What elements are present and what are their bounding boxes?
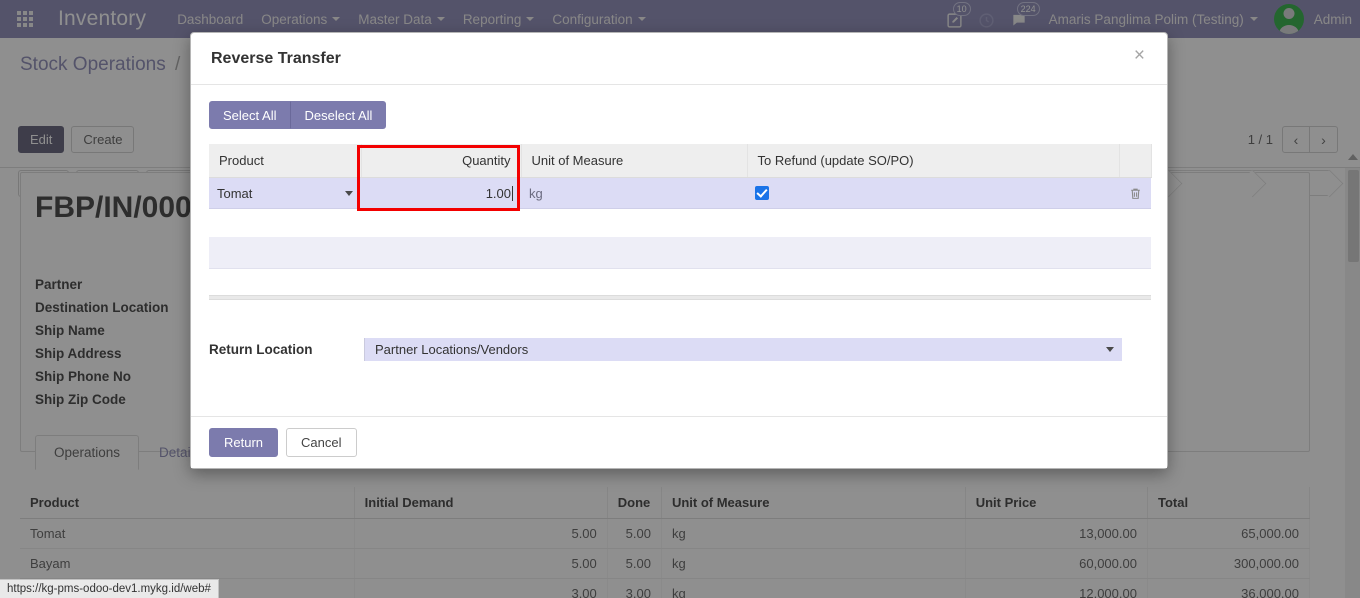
- return-location-row: Return Location Partner Locations/Vendor…: [209, 338, 1149, 361]
- dialog-title: Reverse Transfer: [211, 49, 341, 67]
- col-to-refund: To Refund (update SO/PO): [747, 144, 1120, 178]
- selection-buttons: Select All Deselect All: [209, 101, 1149, 129]
- chevron-down-icon: [345, 190, 353, 196]
- cancel-button[interactable]: Cancel: [286, 428, 357, 457]
- quantity-input[interactable]: 1.00: [361, 178, 521, 208]
- return-location-label: Return Location: [209, 342, 313, 357]
- return-lines-header: Product Quantity Unit of Measure To Refu…: [209, 144, 1152, 178]
- deselect-all-button[interactable]: Deselect All: [290, 101, 387, 129]
- col-quantity: Quantity: [361, 144, 522, 178]
- dialog-header: Reverse Transfer ×: [191, 33, 1167, 85]
- col-unit-of-measure: Unit of Measure: [521, 144, 748, 178]
- col-product: Product: [209, 144, 362, 178]
- cell-delete[interactable]: [1119, 177, 1151, 209]
- return-line-row[interactable]: Tomat 1.00 kg: [209, 177, 1151, 209]
- dialog-body: Select All Deselect All Product Quantity…: [191, 85, 1167, 418]
- empty-row-band[interactable]: [209, 237, 1151, 269]
- cell-product[interactable]: Tomat: [209, 177, 361, 209]
- to-refund-checkbox[interactable]: [755, 186, 769, 200]
- cell-quantity[interactable]: 1.00: [361, 177, 521, 209]
- product-value: Tomat: [217, 185, 253, 201]
- delete-line-button[interactable]: [1119, 178, 1151, 208]
- cell-uom: kg: [521, 177, 747, 209]
- section-separator: [209, 295, 1151, 300]
- trash-icon: [1130, 188, 1140, 199]
- product-select[interactable]: Tomat: [209, 178, 361, 208]
- return-lines-table: Product Quantity Unit of Measure To Refu…: [209, 144, 1152, 209]
- quantity-value: 1.00: [485, 185, 511, 201]
- close-icon[interactable]: ×: [1128, 45, 1151, 66]
- text-cursor-icon: [512, 185, 513, 201]
- return-confirm-button[interactable]: Return: [209, 428, 279, 457]
- status-bar-url: https://kg-pms-odoo-dev1.mykg.id/web#: [0, 579, 219, 598]
- app-root: Inventory Dashboard Operations Master Da…: [0, 0, 1360, 598]
- return-location-select[interactable]: Partner Locations/Vendors: [364, 338, 1122, 361]
- select-all-button[interactable]: Select All: [209, 101, 291, 129]
- to-refund-checkbox-wrap[interactable]: [747, 178, 1119, 208]
- col-actions: [1119, 144, 1152, 178]
- cell-to-refund[interactable]: [747, 177, 1119, 209]
- uom-value: kg: [529, 185, 543, 201]
- reverse-transfer-dialog: Reverse Transfer × Select All Deselect A…: [190, 32, 1168, 469]
- return-location-value: Partner Locations/Vendors: [375, 342, 529, 357]
- dialog-footer: Return Cancel: [191, 416, 1167, 468]
- chevron-down-icon: [1106, 347, 1114, 352]
